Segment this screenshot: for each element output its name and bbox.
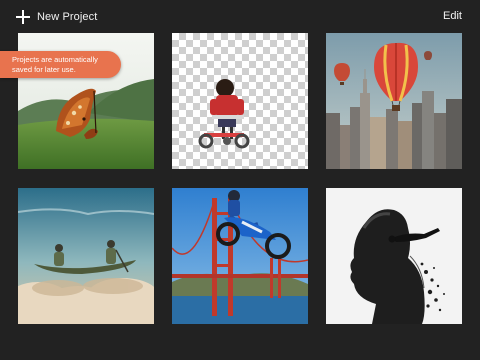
- edit-button[interactable]: Edit: [443, 10, 462, 22]
- new-project-button[interactable]: New Project: [16, 8, 97, 26]
- project-tile-tricycle[interactable]: [172, 33, 308, 169]
- project-tile-portrait[interactable]: [326, 188, 462, 324]
- project-thumbnail-canoe: [18, 188, 154, 324]
- project-thumbnail-portrait: [326, 188, 462, 324]
- project-tile-canoe[interactable]: [18, 188, 154, 324]
- project-tile-balloons[interactable]: [326, 33, 462, 169]
- plus-icon: [16, 10, 30, 24]
- autosave-tooltip: Projects are automatically saved for lat…: [0, 51, 121, 78]
- project-thumbnail-balloons: [326, 33, 462, 169]
- child-on-tricycle-shape: [198, 79, 250, 149]
- project-gallery-screen: New Project Edit Projects are automatica…: [0, 0, 480, 360]
- top-bar: New Project Edit: [0, 0, 480, 32]
- tooltip-line-2: saved for later use.: [12, 64, 76, 74]
- project-tile-motocross[interactable]: [172, 188, 308, 324]
- tooltip-line-1: Projects are automatically: [12, 55, 98, 64]
- project-thumbnail-motocross: [172, 188, 308, 324]
- new-project-label: New Project: [37, 11, 98, 23]
- project-thumbnail-tricycle: [198, 79, 250, 149]
